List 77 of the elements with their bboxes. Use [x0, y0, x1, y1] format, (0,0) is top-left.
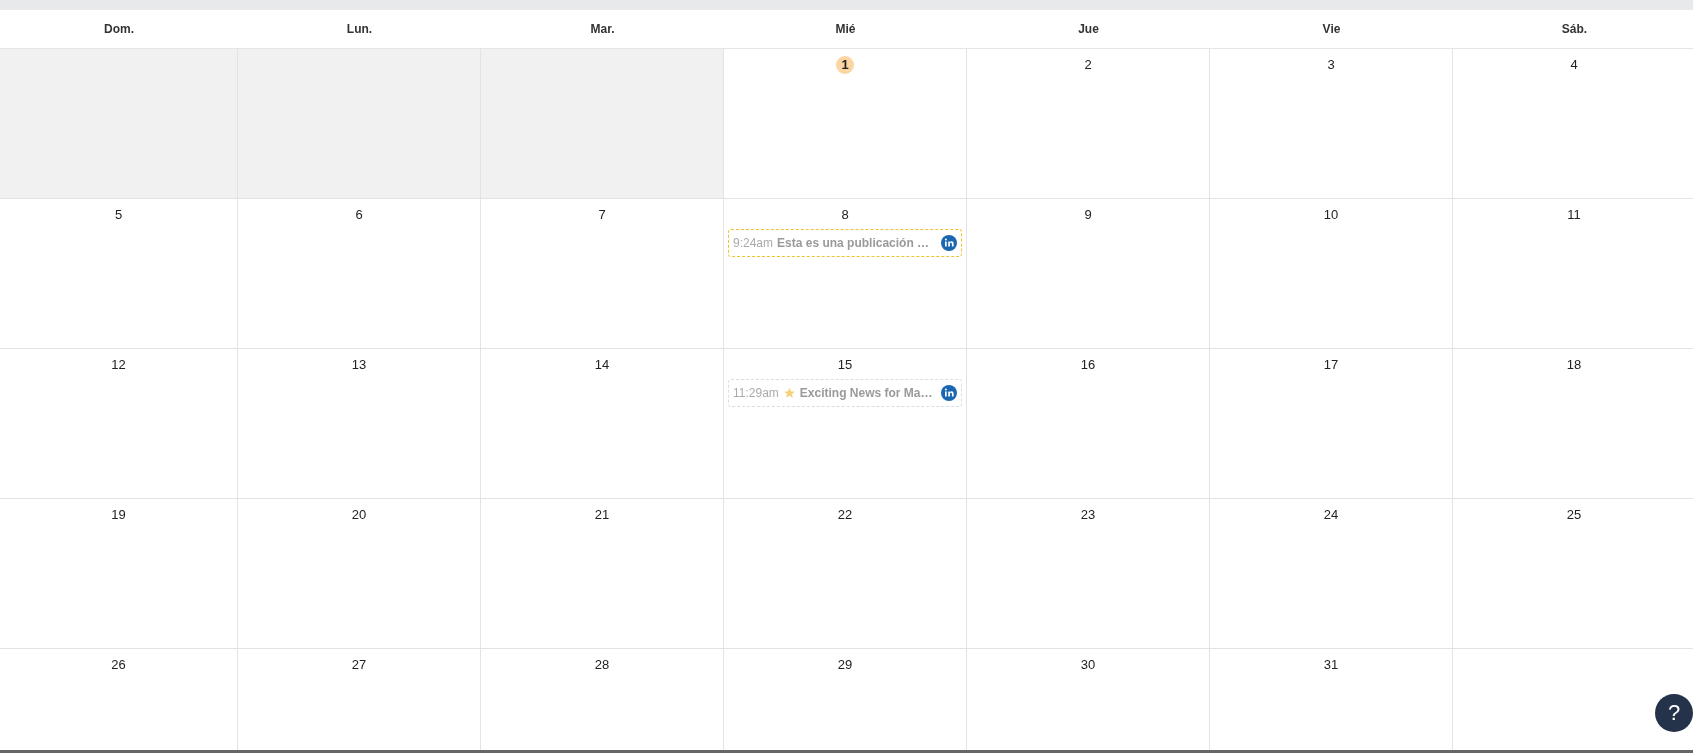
day-number: 20	[350, 506, 368, 524]
post-time: 11:29am	[733, 386, 779, 400]
day-number: 11	[1566, 206, 1582, 224]
day-number: 13	[350, 356, 368, 374]
help-button[interactable]: ?	[1655, 694, 1693, 732]
day-number: 2	[1083, 56, 1093, 74]
day-cell[interactable]: 6	[238, 199, 481, 349]
day-cell[interactable]: 25	[1453, 499, 1693, 649]
day-cell[interactable]: 24	[1210, 499, 1453, 649]
day-cell[interactable]: 2	[967, 49, 1210, 199]
day-number: 22	[836, 506, 854, 524]
post-title: Esta es una publicación …	[777, 236, 931, 250]
day-cell[interactable]: 8 9:24am Esta es una publicación …	[724, 199, 967, 349]
day-number: 9	[1083, 206, 1093, 224]
weekday-header: Vie	[1321, 21, 1342, 38]
day-number: 12	[110, 356, 127, 374]
day-cell[interactable]: 21	[481, 499, 724, 649]
day-number: 16	[1079, 356, 1097, 374]
day-cell[interactable]	[0, 49, 238, 199]
day-cell[interactable]: 18	[1453, 349, 1693, 499]
day-cell[interactable]: 20	[238, 499, 481, 649]
day-cell[interactable]: 3	[1210, 49, 1453, 199]
day-cell[interactable]: 26	[0, 649, 238, 750]
day-cell[interactable]: 13	[238, 349, 481, 499]
day-number: 23	[1079, 506, 1097, 524]
day-number: 24	[1322, 506, 1340, 524]
day-number: 28	[593, 656, 611, 674]
day-number: 19	[110, 506, 127, 524]
day-number: 31	[1322, 656, 1340, 674]
day-number: 7	[597, 206, 607, 224]
day-cell[interactable]	[481, 49, 724, 199]
weekday-header: Dom.	[103, 21, 135, 38]
weekday-header: Sáb.	[1560, 21, 1589, 38]
weekday-header: Mar.	[589, 21, 616, 38]
day-cell[interactable]: 12	[0, 349, 238, 499]
day-number: 15	[836, 356, 854, 374]
day-number: 26	[110, 656, 127, 674]
day-cell[interactable]: 4	[1453, 49, 1693, 199]
post-time: 9:24am	[733, 236, 774, 250]
day-cell[interactable]: 16	[967, 349, 1210, 499]
day-number: 3	[1326, 56, 1336, 74]
day-cell[interactable]: 27	[238, 649, 481, 750]
day-number: 21	[593, 506, 611, 524]
day-cell[interactable]	[238, 49, 481, 199]
day-cell[interactable]: 30	[967, 649, 1210, 750]
day-cell[interactable]: 29	[724, 649, 967, 750]
day-number: 10	[1322, 206, 1340, 224]
day-number: 25	[1565, 506, 1583, 524]
day-cell[interactable]: 22	[724, 499, 967, 649]
day-number: 1	[836, 56, 854, 74]
day-cell[interactable]: 9	[967, 199, 1210, 349]
day-cell[interactable]: 23	[967, 499, 1210, 649]
day-cell[interactable]: 10	[1210, 199, 1453, 349]
day-number: 4	[1569, 56, 1579, 74]
day-number: 6	[354, 206, 364, 224]
day-cell[interactable]: 7	[481, 199, 724, 349]
weekday-header: Mié	[834, 21, 857, 38]
day-number: 14	[593, 356, 611, 374]
day-cell[interactable]: 28	[481, 649, 724, 750]
post-title: Exciting News for Ma…	[799, 386, 934, 400]
day-number: 17	[1322, 356, 1340, 374]
day-cell[interactable]: 31	[1210, 649, 1453, 750]
weekday-header: Jue	[1077, 21, 1100, 38]
day-number: 5	[113, 206, 124, 224]
day-cell[interactable]: 14	[481, 349, 724, 499]
day-cell[interactable]: 1	[724, 49, 967, 199]
day-number: 18	[1565, 356, 1583, 374]
day-cell[interactable]: 15 11:29am Exciting News for Ma…	[724, 349, 967, 499]
weekday-header: Lun.	[345, 21, 374, 38]
day-number: 30	[1079, 656, 1097, 674]
day-cell[interactable]: 5	[0, 199, 238, 349]
day-number: 8	[840, 206, 850, 224]
day-cell[interactable]: 17	[1210, 349, 1453, 499]
day-cell[interactable]: 19	[0, 499, 238, 649]
day-number: 29	[836, 656, 854, 674]
day-number: 27	[350, 656, 368, 674]
day-cell[interactable]: 11	[1453, 199, 1693, 349]
